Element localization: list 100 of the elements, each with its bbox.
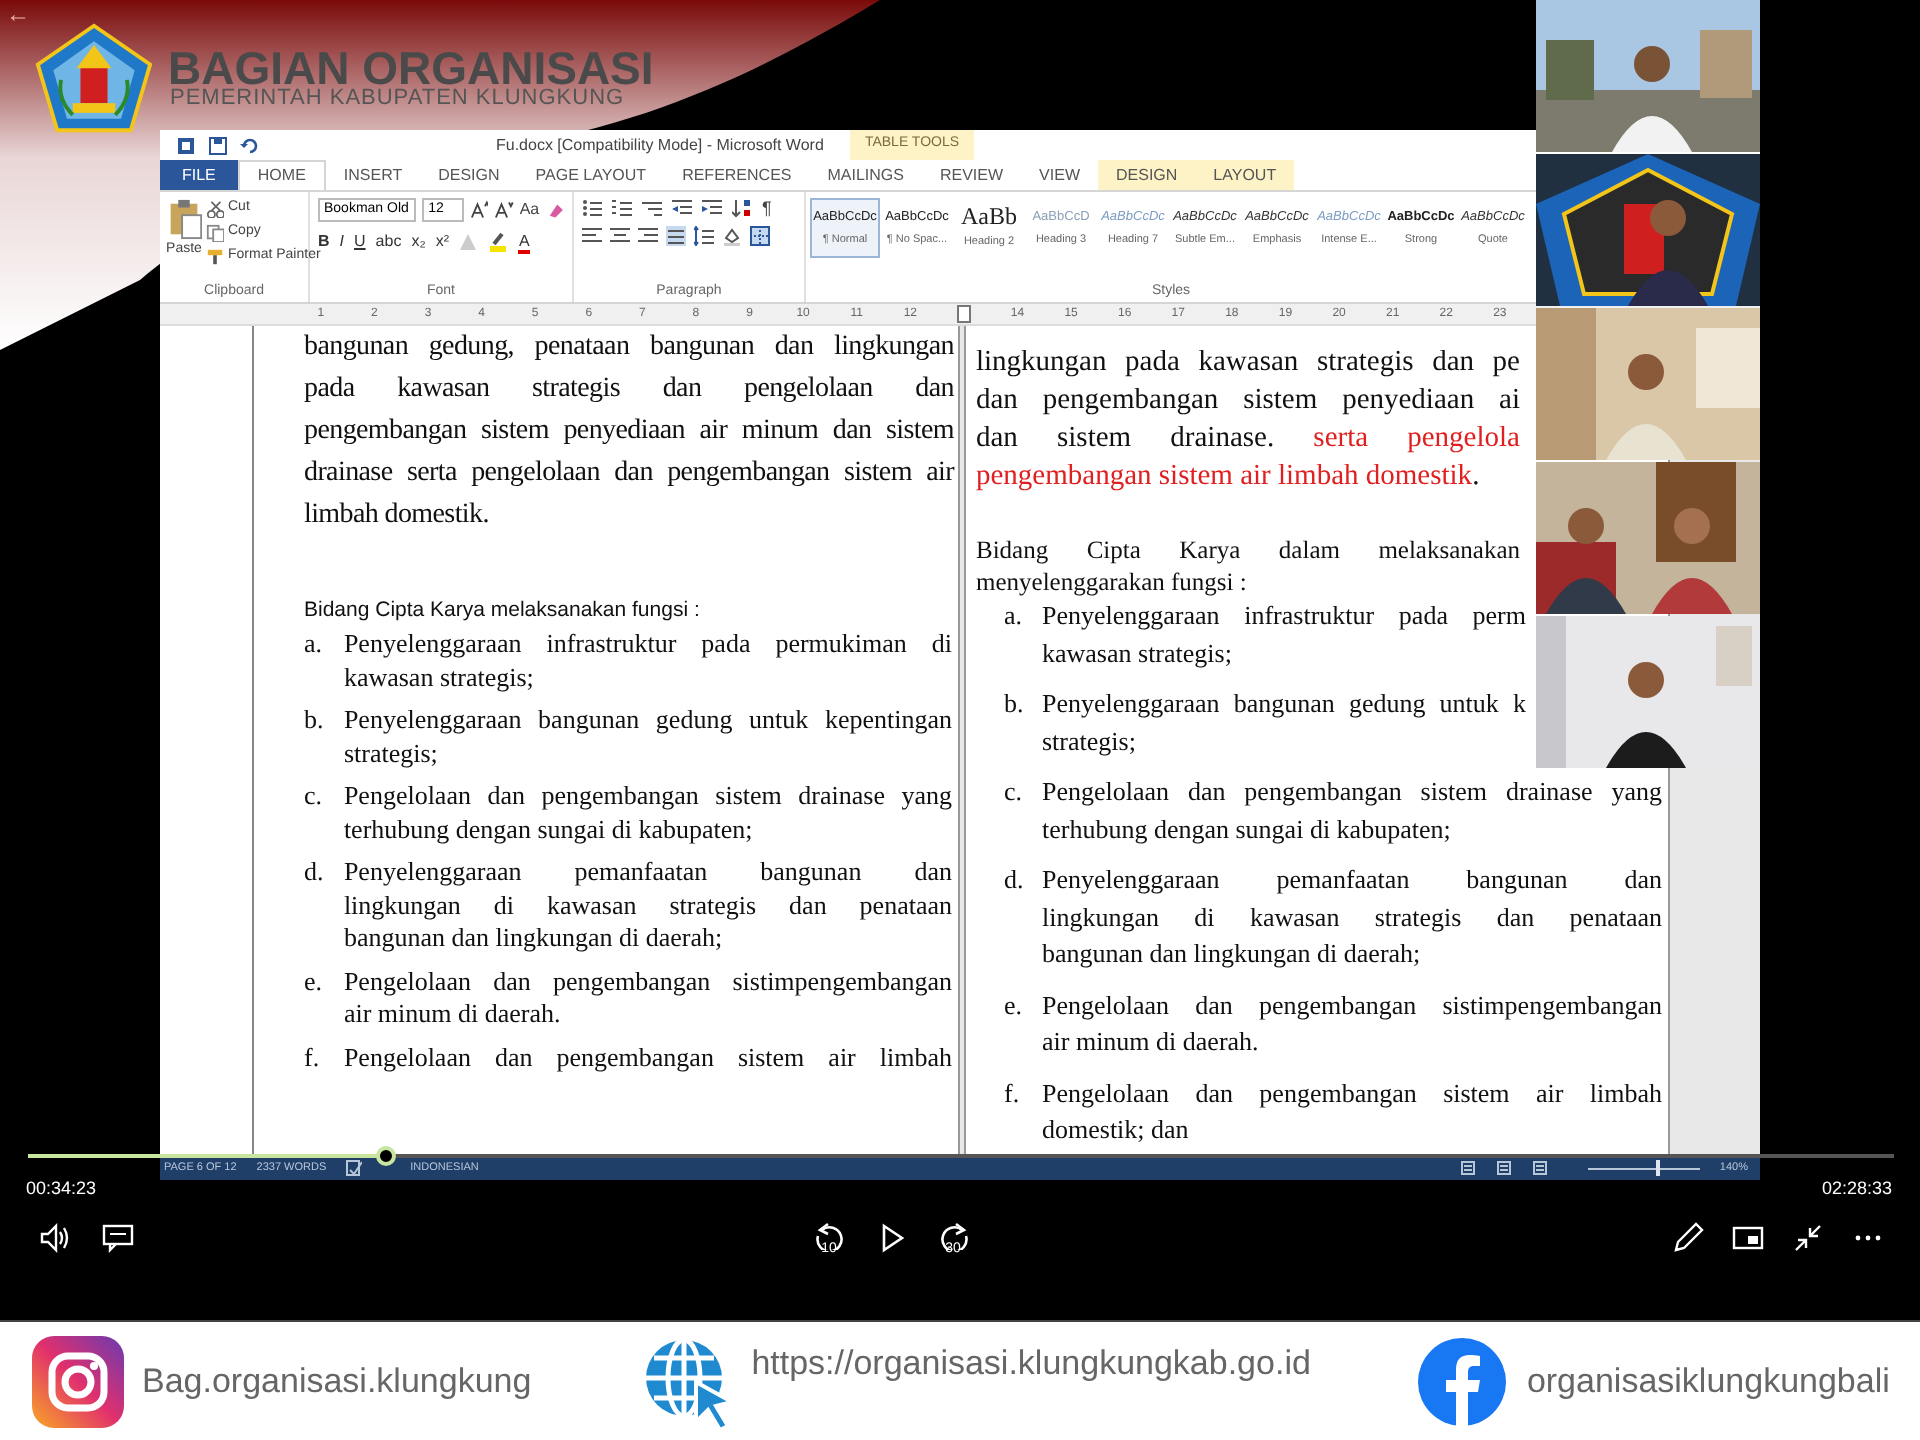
list-item-line: Penyelenggaraan pemanfaatan bangunan dan: [343, 856, 952, 889]
format-button[interactable]: U: [354, 230, 366, 254]
captions-icon[interactable]: [100, 1220, 136, 1256]
footer-link[interactable]: organisasiklungkungbali: [1526, 1355, 1890, 1407]
decrease-indent-icon[interactable]: [672, 198, 692, 218]
footer-link[interactable]: Bag.organisasi.klungkung: [142, 1355, 532, 1407]
justify-icon[interactable]: [666, 226, 686, 246]
list-item-line: air minum di daerah.: [1042, 1024, 1261, 1060]
ribbon-tab[interactable]: DESIGN: [1098, 160, 1196, 190]
ribbon-tab[interactable]: REVIEW: [921, 160, 1022, 190]
show-marks-button[interactable]: ¶: [762, 198, 772, 218]
list-item-line: Pengelolaan dan pengembangan sistimpengembangan: [1042, 987, 1662, 1024]
ribbon-tab[interactable]: FILE: [160, 160, 238, 190]
paragraph-line: dan pengembangan sistem penyediaan ai: [976, 382, 1520, 420]
list-item-line: Penyelenggaraan bangunan gedung untuk kepentingan: [343, 704, 952, 737]
list-item-line: lingkungan di kawasan strategis dan penataan: [1042, 899, 1662, 936]
web-layout-icon[interactable]: [1531, 1160, 1548, 1176]
paragraph-line: dan sistem drainase. serta pengelola: [976, 420, 1520, 458]
shading-icon[interactable]: [722, 226, 742, 246]
volume-icon[interactable]: [36, 1220, 72, 1256]
list-item-line: bangunan dan lingkungan di daerah;: [343, 922, 725, 955]
paragraph-line: lingkungan pada kawasan strategis dan pe: [976, 344, 1520, 382]
line-spacing-icon[interactable]: [694, 226, 714, 246]
list-item-line: bangunan dan lingkungan di daerah;: [1042, 936, 1423, 972]
align-center-icon[interactable]: [610, 226, 630, 246]
pen-icon[interactable]: [1670, 1220, 1706, 1256]
list-item-line: terhubung dengan sungai di kabupaten;: [343, 813, 755, 846]
undo-icon[interactable]: [240, 135, 260, 155]
list-letter: f.: [1002, 1075, 1022, 1111]
sort-icon[interactable]: [732, 198, 752, 218]
align-right-icon[interactable]: [638, 226, 658, 246]
list-item-line: kawasan strategis;: [343, 661, 536, 694]
zoom-slider[interactable]: [1587, 1160, 1700, 1176]
seek-bar[interactable]: [28, 1146, 1894, 1166]
grow-font-icon[interactable]: [470, 200, 489, 220]
list-letter: c.: [1002, 774, 1025, 810]
font-color-button[interactable]: A: [518, 231, 530, 253]
format-button[interactable]: I: [339, 230, 345, 254]
footer-link[interactable]: https://organisasi.klungkungkab.go.id: [751, 1337, 1311, 1389]
paragraph-line: pengembangan sistem penyediaan air minum dan sistem: [304, 414, 954, 450]
eraser-icon[interactable]: [545, 200, 564, 220]
list-item-line: Penyelenggaraan bangunan gedung untuk k: [1042, 686, 1526, 722]
facebook-icon: [1414, 1333, 1511, 1429]
numbering-icon[interactable]: [612, 198, 632, 218]
format-button[interactable]: abc: [375, 230, 402, 254]
list-letter: a.: [1002, 598, 1025, 634]
list-item-line: kawasan strategis;: [1042, 635, 1234, 672]
section-heading: Bidang Cipta Karya melaksanakan fungsi :: [304, 596, 702, 624]
list-item-line: strategis;: [1042, 723, 1138, 760]
list-item-line: lingkungan di kawasan strategis dan penataan: [343, 889, 952, 922]
ribbon-tab[interactable]: LAYOUT: [1195, 160, 1295, 190]
section-heading: Bidang Cipta Karya dalam melaksanakan: [976, 534, 1520, 566]
borders-icon[interactable]: [750, 226, 770, 246]
list-item-line: Pengelolaan dan pengembangan sistem air limbah: [343, 1041, 952, 1074]
format-button[interactable]: x²: [435, 230, 449, 254]
ribbon-tab[interactable]: INSERT: [325, 160, 421, 190]
paragraph-line: pengembangan sistem air limbah domestik.: [976, 458, 1482, 496]
list-item-line: air minum di daerah.: [343, 998, 563, 1031]
bullets-icon[interactable]: [582, 198, 602, 218]
exit-fullscreen-icon[interactable]: [1790, 1220, 1826, 1256]
ribbon-tab[interactable]: DESIGN: [420, 160, 518, 190]
format-button[interactable]: x₂: [411, 230, 426, 254]
list-letter: a.: [304, 628, 325, 662]
format-button[interactable]: B: [318, 230, 330, 254]
indent-marker-icon[interactable]: [955, 304, 972, 324]
ribbon-tab[interactable]: REFERENCES: [664, 160, 810, 190]
list-letter: e.: [304, 965, 325, 999]
increase-indent-icon[interactable]: [702, 198, 722, 218]
read-mode-icon[interactable]: [1459, 1160, 1476, 1176]
list-item-line: Pengelolaan dan pengembangan sistem drainase yang: [1042, 774, 1662, 810]
window-title: Fu.docx [Compatibility Mode] - Microsoft Word: [496, 133, 824, 157]
list-item-line: Pengelolaan dan pengembangan sistem air limbah: [1042, 1075, 1662, 1112]
ribbon-tab[interactable]: VIEW: [1021, 160, 1098, 190]
list-letter: b.: [304, 704, 326, 738]
ribbon-tab[interactable]: PAGE LAYOUT: [517, 160, 665, 190]
header-subtitle: PEMERINTAH KABUPATEN KLUNGKUNG: [170, 86, 625, 110]
proofing-icon[interactable]: [346, 1160, 363, 1176]
elapsed-time: 00:34:23: [26, 1176, 97, 1202]
shrink-font-icon[interactable]: [494, 200, 514, 220]
emblem-logo: [34, 20, 154, 136]
highlighter-icon[interactable]: [488, 232, 509, 252]
align-left-icon[interactable]: [582, 226, 602, 246]
brush-icon: [206, 248, 224, 266]
total-time: 02:28:33: [1821, 1176, 1892, 1202]
list-item-line: Penyelenggaraan pemanfaatan bangunan dan: [1042, 862, 1662, 898]
list-letter: f.: [304, 1041, 322, 1074]
list-item-line: strategis;: [343, 737, 440, 770]
copy-icon: [206, 224, 224, 242]
header-title: BAGIAN ORGANISASI: [168, 44, 654, 92]
list-letter: d.: [304, 856, 326, 890]
save-icon[interactable]: [208, 135, 228, 155]
list-item-line: Penyelenggaraan infrastruktur pada perm: [1042, 598, 1526, 634]
change-case-button[interactable]: Aa: [519, 198, 540, 222]
ribbon-tab[interactable]: HOME: [237, 160, 326, 190]
list-item-line: Pengelolaan dan pengembangan sistimpengembangan: [343, 965, 952, 998]
print-layout-icon[interactable]: [1495, 1160, 1512, 1176]
back-button[interactable]: ←: [6, 0, 30, 28]
ribbon-tab[interactable]: MAILINGS: [809, 160, 922, 190]
paragraph-line: limbah domestik.: [304, 498, 491, 534]
multilevel-list-icon[interactable]: [642, 198, 662, 218]
